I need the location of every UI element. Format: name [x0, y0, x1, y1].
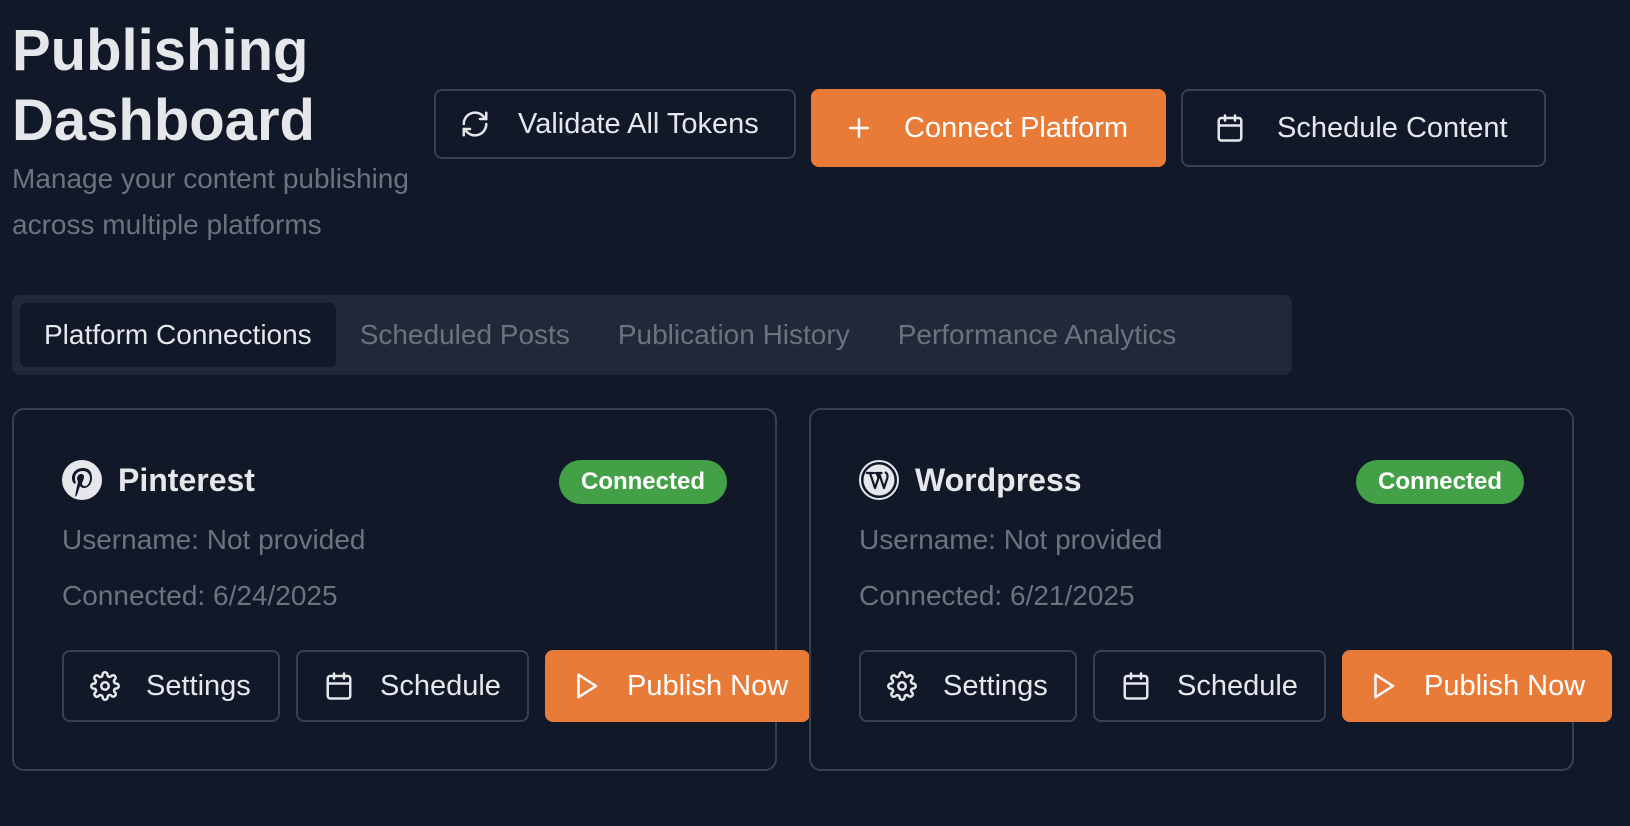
refresh-icon: [460, 109, 490, 139]
tab-performance-analytics[interactable]: Performance Analytics: [874, 303, 1201, 367]
platform-connected-date: Connected: 6/21/2025: [859, 580, 1135, 611]
platform-connected-date: Connected: 6/24/2025: [62, 580, 338, 611]
platform-card-pinterest: Pinterest Connected Username: Not provid…: [12, 408, 810, 771]
tab-platform-connections[interactable]: Platform Connections: [20, 303, 336, 367]
status-badge: Connected: [558, 460, 727, 504]
schedule-button[interactable]: Schedule: [1093, 650, 1326, 722]
platform-username: Username: Not provided: [62, 524, 366, 555]
platform-card-header: Wordpress: [859, 460, 1082, 500]
publish-now-button[interactable]: Publish Now: [1342, 650, 1612, 722]
status-badge: Connected: [1355, 460, 1524, 504]
settings-label: Settings: [146, 669, 251, 702]
connect-platform-button[interactable]: Connect Platform: [811, 89, 1166, 167]
publishing-dashboard-page: Publishing Dashboard Manage your content…: [0, 0, 1630, 826]
page-title: Publishing Dashboard: [12, 18, 315, 153]
schedule-content-button[interactable]: Schedule Content: [1181, 89, 1546, 167]
settings-button[interactable]: Settings: [62, 650, 280, 722]
gear-icon: [887, 671, 917, 701]
publish-now-label: Publish Now: [627, 669, 789, 702]
settings-label: Settings: [943, 669, 1048, 702]
schedule-button[interactable]: Schedule: [296, 650, 529, 722]
calendar-icon: [1121, 671, 1151, 701]
plus-icon: [844, 113, 874, 143]
platform-name: Wordpress: [915, 461, 1082, 498]
pinterest-icon: [62, 460, 102, 500]
play-icon: [1368, 671, 1398, 701]
wordpress-icon: [859, 460, 899, 500]
platform-card-wordpress: Wordpress Connected Username: Not provid…: [809, 408, 1612, 771]
tab-scheduled-posts[interactable]: Scheduled Posts: [336, 303, 594, 367]
calendar-icon: [324, 671, 354, 701]
page-subtitle: Manage your content publishing across mu…: [12, 163, 409, 240]
validate-tokens-button[interactable]: Validate All Tokens: [434, 89, 796, 159]
connect-platform-label: Connect Platform: [904, 111, 1129, 144]
platform-username: Username: Not provided: [859, 524, 1163, 555]
schedule-label: Schedule: [1177, 669, 1298, 702]
platform-card-header: Pinterest: [62, 460, 255, 500]
tab-bar: Platform Connections Scheduled Posts Pub…: [12, 295, 1292, 375]
publish-now-label: Publish Now: [1424, 669, 1586, 702]
validate-tokens-label: Validate All Tokens: [518, 107, 759, 140]
publish-now-button[interactable]: Publish Now: [545, 650, 810, 722]
gear-icon: [90, 671, 120, 701]
calendar-icon: [1215, 113, 1245, 143]
schedule-content-label: Schedule Content: [1277, 111, 1508, 144]
settings-button[interactable]: Settings: [859, 650, 1077, 722]
schedule-label: Schedule: [380, 669, 501, 702]
tab-publication-history[interactable]: Publication History: [594, 303, 874, 367]
play-icon: [571, 671, 601, 701]
platform-name: Pinterest: [118, 461, 255, 498]
